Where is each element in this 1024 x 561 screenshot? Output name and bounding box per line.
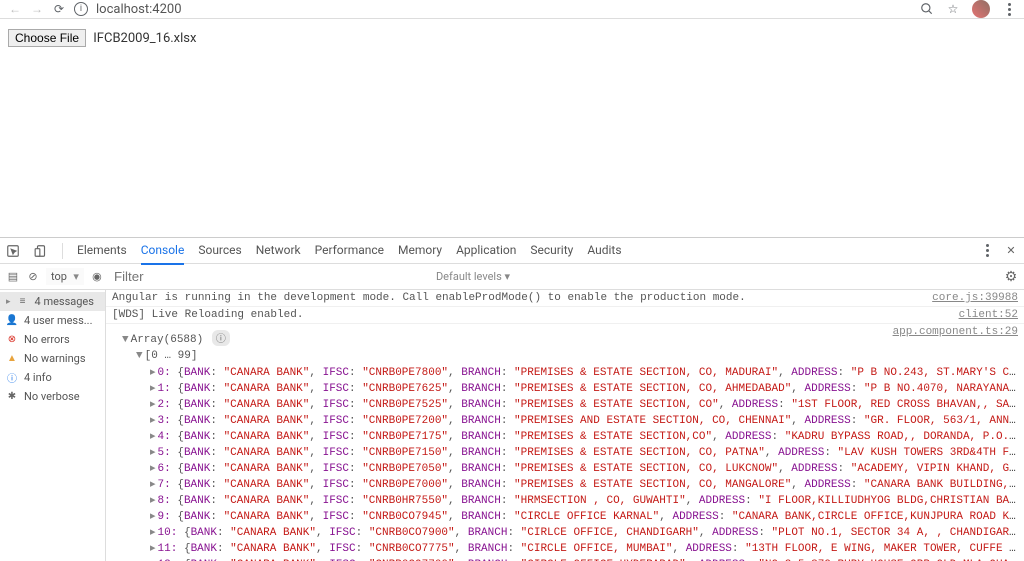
tab-sources[interactable]: Sources xyxy=(198,237,241,265)
profile-avatar[interactable] xyxy=(972,0,990,18)
array-item[interactable]: ▸11: {BANK: "CANARA BANK", IFSC: "CNRB0C… xyxy=(106,540,1024,556)
array-range[interactable]: ▼[0 … 99] xyxy=(106,348,1024,364)
devtools-close-icon[interactable]: ✕ xyxy=(1004,244,1018,258)
array-item[interactable]: ▸5: {BANK: "CANARA BANK", IFSC: "CNRB0PE… xyxy=(106,444,1024,460)
array-item[interactable]: ▸8: {BANK: "CANARA BANK", IFSC: "CNRB0HR… xyxy=(106,492,1024,508)
browser-toolbar: ← → ⟳ i localhost:4200 ☆ xyxy=(0,0,1024,19)
array-item[interactable]: ▸1: {BANK: "CANARA BANK", IFSC: "CNRB0PE… xyxy=(106,380,1024,396)
console-toolbar: ▤ ⊘ top ◉ Default levels ▾ ⚙ xyxy=(0,264,1024,290)
inspect-icon[interactable] xyxy=(6,244,20,258)
array-item[interactable]: ▸6: {BANK: "CANARA BANK", IFSC: "CNRB0PE… xyxy=(106,460,1024,476)
tab-network[interactable]: Network xyxy=(256,237,301,265)
console-output: Angular is running in the development mo… xyxy=(106,290,1024,561)
sidebar-item-No-warnings[interactable]: ▲No warnings xyxy=(0,349,105,368)
devtools-menu-icon[interactable] xyxy=(980,244,994,258)
filter-input[interactable] xyxy=(110,267,310,287)
context-selector[interactable]: top xyxy=(46,268,84,285)
back-icon[interactable]: ← xyxy=(8,2,22,16)
source-link[interactable]: core.js:39988 xyxy=(932,292,1018,304)
selected-file-name: IFCB2009_16.xlsx xyxy=(93,31,196,46)
source-link[interactable]: client:52 xyxy=(959,309,1018,321)
array-item[interactable]: ▸2: {BANK: "CANARA BANK", IFSC: "CNRB0PE… xyxy=(106,396,1024,412)
array-item[interactable]: ▸7: {BANK: "CANARA BANK", IFSC: "CNRB0PE… xyxy=(106,476,1024,492)
array-source-link[interactable]: app.component.ts:29 xyxy=(893,326,1018,338)
menu-icon[interactable] xyxy=(1002,2,1016,16)
sidebar-item-messages[interactable]: ▸≡4 messages xyxy=(0,292,105,311)
zoom-icon[interactable] xyxy=(920,2,934,16)
page-body: Choose File IFCB2009_16.xlsx xyxy=(0,19,1024,237)
array-item[interactable]: ▸9: {BANK: "CANARA BANK", IFSC: "CNRB0CO… xyxy=(106,508,1024,524)
array-item[interactable]: ▸0: {BANK: "CANARA BANK", IFSC: "CNRB0PE… xyxy=(106,364,1024,380)
tab-memory[interactable]: Memory xyxy=(398,237,442,265)
tab-audits[interactable]: Audits xyxy=(587,237,621,265)
devtools-panel: Elements Console Sources Network Performance… xyxy=(0,237,1024,561)
sidebar-item-No-verbose[interactable]: ✱No verbose xyxy=(0,387,105,406)
tab-application[interactable]: Application xyxy=(456,237,516,265)
forward-icon[interactable]: → xyxy=(30,2,44,16)
sidebar-toggle-icon[interactable]: ▤ xyxy=(6,270,20,284)
tab-elements[interactable]: Elements xyxy=(77,237,127,265)
array-header[interactable]: ▼Array(6588) ⓘ xyxy=(106,328,1024,348)
log-entry: Angular is running in the development mo… xyxy=(106,290,1024,307)
choose-file-button[interactable]: Choose File xyxy=(8,29,86,47)
sidebar-item-No-errors[interactable]: ⊗No errors xyxy=(0,330,105,349)
array-item[interactable]: ▸10: {BANK: "CANARA BANK", IFSC: "CNRB0C… xyxy=(106,524,1024,540)
bookmark-icon[interactable]: ☆ xyxy=(946,2,960,16)
devtools-tabs: Elements Console Sources Network Performance… xyxy=(0,238,1024,264)
array-item[interactable]: ▸3: {BANK: "CANARA BANK", IFSC: "CNRB0PE… xyxy=(106,412,1024,428)
clear-console-icon[interactable]: ⊘ xyxy=(26,270,40,284)
sidebar-item-info[interactable]: ⓘ4 info xyxy=(0,368,105,387)
log-levels-selector[interactable]: Default levels ▾ xyxy=(436,270,510,283)
log-entry: [WDS] Live Reloading enabled.client:52 xyxy=(106,307,1024,324)
reload-icon[interactable]: ⟳ xyxy=(52,2,66,16)
array-item[interactable]: ▸4: {BANK: "CANARA BANK", IFSC: "CNRB0PE… xyxy=(106,428,1024,444)
tab-console[interactable]: Console xyxy=(141,237,185,265)
address-bar[interactable]: localhost:4200 xyxy=(96,2,912,17)
array-item[interactable]: ▸12: {BANK: "CANARA BANK", IFSC: "CNRB0C… xyxy=(106,556,1024,561)
site-info-icon[interactable]: i xyxy=(74,2,88,16)
settings-icon[interactable]: ⚙ xyxy=(1004,270,1018,284)
tab-performance[interactable]: Performance xyxy=(315,237,384,265)
tab-security[interactable]: Security xyxy=(530,237,573,265)
eye-icon[interactable]: ◉ xyxy=(90,270,104,284)
device-icon[interactable] xyxy=(34,244,48,258)
sidebar-item-user-mess-[interactable]: 👤4 user mess... xyxy=(0,311,105,330)
console-sidebar: ▸≡4 messages👤4 user mess...⊗No errors▲No… xyxy=(0,290,106,561)
